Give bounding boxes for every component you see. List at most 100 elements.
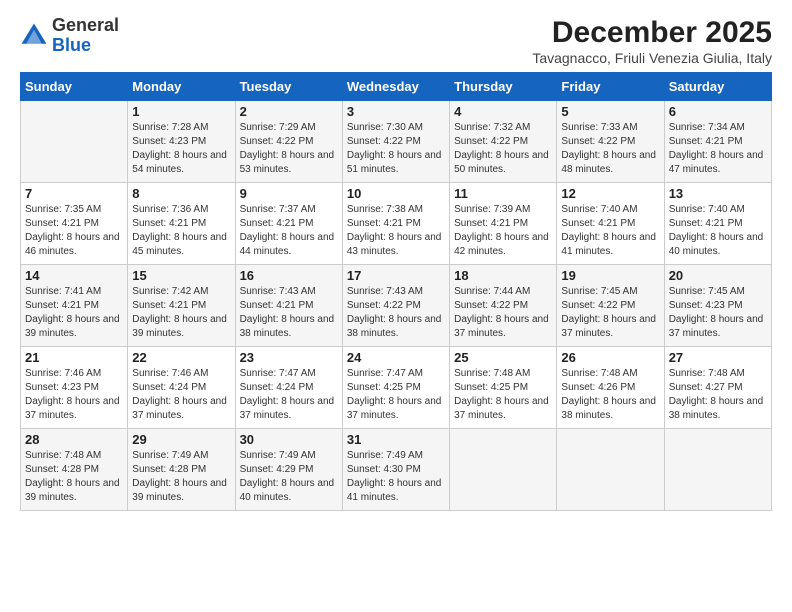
page-container: General Blue December 2025 Tavagnacco, F… [0, 0, 792, 521]
calendar-cell: 11 Sunrise: 7:39 AMSunset: 4:21 PMDayligh… [450, 183, 557, 265]
calendar-cell: 1 Sunrise: 7:28 AMSunset: 4:23 PMDaylight… [128, 101, 235, 183]
day-number: 14 [25, 268, 123, 283]
col-monday: Monday [128, 73, 235, 101]
day-number: 31 [347, 432, 445, 447]
cell-info: Sunrise: 7:30 AMSunset: 4:22 PMDaylight:… [347, 121, 445, 177]
day-number: 28 [25, 432, 123, 447]
cell-info: Sunrise: 7:34 AMSunset: 4:21 PMDaylight:… [669, 121, 767, 177]
calendar-cell [450, 429, 557, 511]
cell-info: Sunrise: 7:42 AMSunset: 4:21 PMDaylight:… [132, 285, 230, 341]
day-number: 6 [669, 104, 767, 119]
cell-info: Sunrise: 7:49 AMSunset: 4:29 PMDaylight:… [240, 449, 338, 505]
cell-info: Sunrise: 7:49 AMSunset: 4:28 PMDaylight:… [132, 449, 230, 505]
calendar-cell: 17 Sunrise: 7:43 AMSunset: 4:22 PMDayligh… [342, 265, 449, 347]
calendar-cell: 31 Sunrise: 7:49 AMSunset: 4:30 PMDayligh… [342, 429, 449, 511]
day-number: 18 [454, 268, 552, 283]
day-number: 30 [240, 432, 338, 447]
calendar-cell: 14 Sunrise: 7:41 AMSunset: 4:21 PMDayligh… [21, 265, 128, 347]
calendar-cell: 15 Sunrise: 7:42 AMSunset: 4:21 PMDayligh… [128, 265, 235, 347]
day-number: 10 [347, 186, 445, 201]
calendar-week-0: 1 Sunrise: 7:28 AMSunset: 4:23 PMDaylight… [21, 101, 772, 183]
calendar-cell: 13 Sunrise: 7:40 AMSunset: 4:21 PMDayligh… [664, 183, 771, 265]
logo-general: General [52, 15, 119, 35]
header-row: Sunday Monday Tuesday Wednesday Thursday… [21, 73, 772, 101]
day-number: 13 [669, 186, 767, 201]
logo-icon [20, 22, 48, 50]
cell-info: Sunrise: 7:37 AMSunset: 4:21 PMDaylight:… [240, 203, 338, 259]
day-number: 23 [240, 350, 338, 365]
calendar-cell: 26Sunrise: 7:48 AMSunset: 4:26 PMDayligh… [557, 347, 664, 429]
col-wednesday: Wednesday [342, 73, 449, 101]
cell-info: Sunrise: 7:39 AMSunset: 4:21 PMDaylight:… [454, 203, 552, 259]
cell-info: Sunrise: 7:48 AMSunset: 4:25 PMDaylight:… [454, 367, 552, 423]
calendar-cell [664, 429, 771, 511]
cell-info: Sunrise: 7:48 AMSunset: 4:28 PMDaylight:… [25, 449, 123, 505]
cell-info: Sunrise: 7:38 AMSunset: 4:21 PMDaylight:… [347, 203, 445, 259]
calendar-cell: 20 Sunrise: 7:45 AMSunset: 4:23 PMDayligh… [664, 265, 771, 347]
col-thursday: Thursday [450, 73, 557, 101]
calendar-cell: 18 Sunrise: 7:44 AMSunset: 4:22 PMDayligh… [450, 265, 557, 347]
cell-info: Sunrise: 7:45 AMSunset: 4:23 PMDaylight:… [669, 285, 767, 341]
cell-info: Sunrise: 7:41 AMSunset: 4:21 PMDaylight:… [25, 285, 123, 341]
cell-info: Sunrise: 7:46 AMSunset: 4:24 PMDaylight:… [132, 367, 230, 423]
calendar-cell: 19Sunrise: 7:45 AMSunset: 4:22 PMDayligh… [557, 265, 664, 347]
cell-info: Sunrise: 7:40 AMSunset: 4:21 PMDaylight:… [561, 203, 659, 259]
calendar-cell: 24Sunrise: 7:47 AMSunset: 4:25 PMDayligh… [342, 347, 449, 429]
day-number: 5 [561, 104, 659, 119]
cell-info: Sunrise: 7:40 AMSunset: 4:21 PMDaylight:… [669, 203, 767, 259]
col-friday: Friday [557, 73, 664, 101]
day-number: 3 [347, 104, 445, 119]
cell-info: Sunrise: 7:44 AMSunset: 4:22 PMDaylight:… [454, 285, 552, 341]
cell-info: Sunrise: 7:48 AMSunset: 4:27 PMDaylight:… [669, 367, 767, 423]
cell-info: Sunrise: 7:49 AMSunset: 4:30 PMDaylight:… [347, 449, 445, 505]
day-number: 16 [240, 268, 338, 283]
logo-blue: Blue [52, 35, 91, 55]
calendar-cell: 21 Sunrise: 7:46 AMSunset: 4:23 PMDayligh… [21, 347, 128, 429]
day-number: 15 [132, 268, 230, 283]
day-number: 27 [669, 350, 767, 365]
calendar-cell: 12Sunrise: 7:40 AMSunset: 4:21 PMDayligh… [557, 183, 664, 265]
calendar-cell: 8Sunrise: 7:36 AMSunset: 4:21 PMDaylight… [128, 183, 235, 265]
logo-text: General Blue [52, 16, 119, 56]
day-number: 29 [132, 432, 230, 447]
day-number: 1 [132, 104, 230, 119]
day-number: 25 [454, 350, 552, 365]
calendar-cell: 28 Sunrise: 7:48 AMSunset: 4:28 PMDayligh… [21, 429, 128, 511]
day-number: 26 [561, 350, 659, 365]
calendar-cell [21, 101, 128, 183]
calendar-cell: 30 Sunrise: 7:49 AMSunset: 4:29 PMDayligh… [235, 429, 342, 511]
cell-info: Sunrise: 7:32 AMSunset: 4:22 PMDaylight:… [454, 121, 552, 177]
calendar-week-3: 21 Sunrise: 7:46 AMSunset: 4:23 PMDayligh… [21, 347, 772, 429]
calendar-cell: 10 Sunrise: 7:38 AMSunset: 4:21 PMDayligh… [342, 183, 449, 265]
calendar-cell: 6 Sunrise: 7:34 AMSunset: 4:21 PMDaylight… [664, 101, 771, 183]
calendar-cell: 4Sunrise: 7:32 AMSunset: 4:22 PMDaylight… [450, 101, 557, 183]
day-number: 20 [669, 268, 767, 283]
day-number: 22 [132, 350, 230, 365]
day-number: 11 [454, 186, 552, 201]
cell-info: Sunrise: 7:47 AMSunset: 4:25 PMDaylight:… [347, 367, 445, 423]
calendar-cell: 29 Sunrise: 7:49 AMSunset: 4:28 PMDayligh… [128, 429, 235, 511]
day-number: 21 [25, 350, 123, 365]
title-block: December 2025 Tavagnacco, Friuli Venezia… [532, 16, 772, 66]
day-number: 2 [240, 104, 338, 119]
location: Tavagnacco, Friuli Venezia Giulia, Italy [532, 50, 772, 66]
col-sunday: Sunday [21, 73, 128, 101]
cell-info: Sunrise: 7:28 AMSunset: 4:23 PMDaylight:… [132, 121, 230, 177]
day-number: 19 [561, 268, 659, 283]
calendar-cell [557, 429, 664, 511]
day-number: 8 [132, 186, 230, 201]
calendar-cell: 7Sunrise: 7:35 AMSunset: 4:21 PMDaylight… [21, 183, 128, 265]
col-saturday: Saturday [664, 73, 771, 101]
cell-info: Sunrise: 7:46 AMSunset: 4:23 PMDaylight:… [25, 367, 123, 423]
logo: General Blue [20, 16, 119, 56]
calendar-week-2: 14 Sunrise: 7:41 AMSunset: 4:21 PMDayligh… [21, 265, 772, 347]
calendar-table: Sunday Monday Tuesday Wednesday Thursday… [20, 72, 772, 511]
calendar-week-4: 28 Sunrise: 7:48 AMSunset: 4:28 PMDayligh… [21, 429, 772, 511]
calendar-week-1: 7Sunrise: 7:35 AMSunset: 4:21 PMDaylight… [21, 183, 772, 265]
calendar-cell: 2Sunrise: 7:29 AMSunset: 4:22 PMDaylight… [235, 101, 342, 183]
calendar-cell: 27 Sunrise: 7:48 AMSunset: 4:27 PMDayligh… [664, 347, 771, 429]
cell-info: Sunrise: 7:43 AMSunset: 4:22 PMDaylight:… [347, 285, 445, 341]
day-number: 17 [347, 268, 445, 283]
month-title: December 2025 [532, 16, 772, 50]
calendar-cell: 5Sunrise: 7:33 AMSunset: 4:22 PMDaylight… [557, 101, 664, 183]
